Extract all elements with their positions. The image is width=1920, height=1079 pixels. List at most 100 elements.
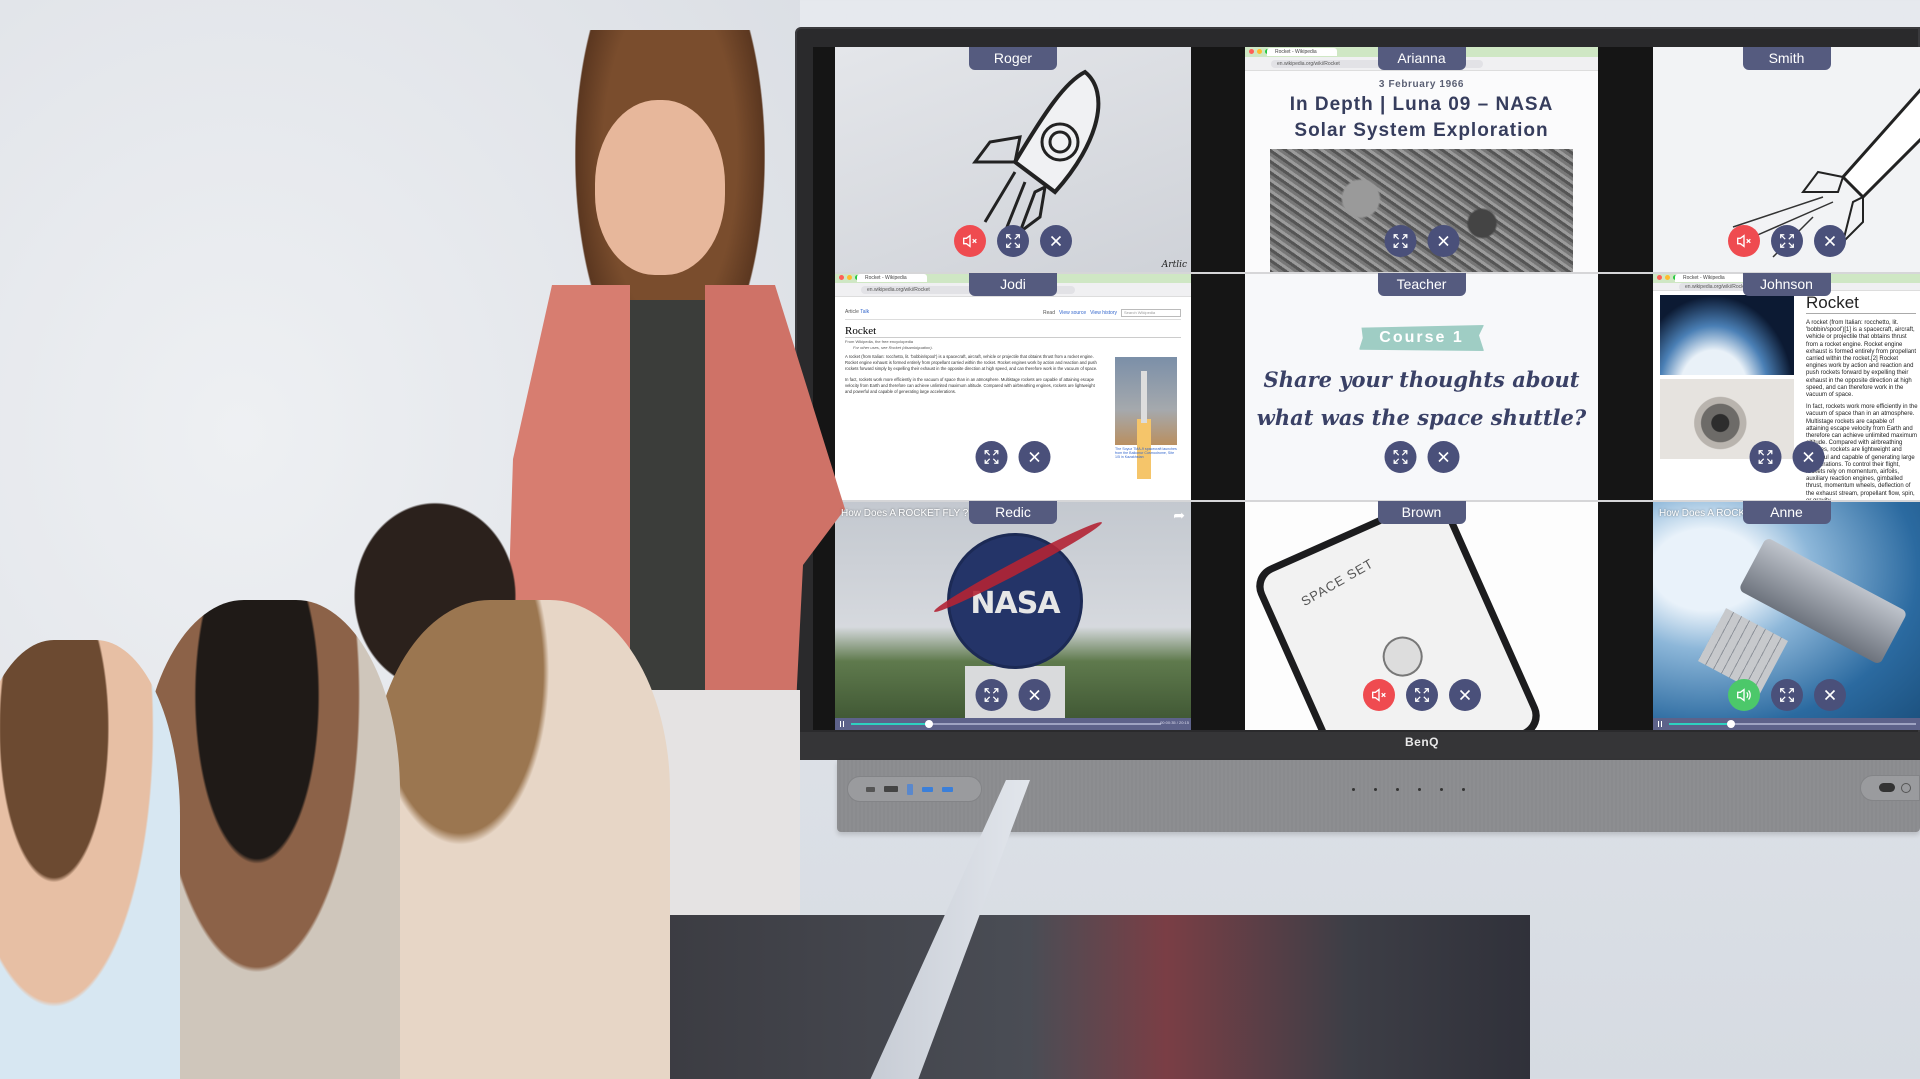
tile-controls — [954, 225, 1072, 257]
expand-button[interactable] — [975, 441, 1008, 473]
speaker-on-icon — [1736, 688, 1751, 702]
student — [0, 640, 180, 1079]
close-button[interactable] — [1448, 679, 1481, 711]
close-icon — [1437, 235, 1449, 247]
browser-tab[interactable]: Rocket - Wikipedia — [1267, 48, 1337, 56]
mute-button[interactable] — [1362, 679, 1395, 711]
tile-brown[interactable]: SPACE SET Brown — [1245, 501, 1598, 730]
close-icon — [1802, 451, 1814, 463]
expand-icon — [984, 450, 999, 464]
view-history-link[interactable]: View history — [1090, 310, 1117, 316]
tile-controls — [1749, 441, 1824, 473]
nasa-logo: NASA — [947, 533, 1083, 669]
tile-controls — [1727, 679, 1846, 711]
pause-button[interactable] — [840, 721, 844, 727]
tile-smith[interactable]: Smith — [1653, 47, 1920, 273]
read-link[interactable]: Read — [1043, 310, 1055, 316]
tile-redic[interactable]: NASA How Does A ROCKET FLY ? ➦ Redic 00:… — [835, 501, 1191, 730]
view-source-link[interactable]: View source — [1059, 310, 1086, 316]
close-button[interactable] — [1040, 225, 1072, 257]
expand-icon — [1006, 234, 1020, 248]
close-button[interactable] — [1427, 441, 1459, 473]
speaker-muted-icon — [963, 234, 977, 248]
video-controls — [1653, 718, 1920, 730]
expand-icon — [1393, 450, 1407, 464]
expand-button[interactable] — [997, 225, 1029, 257]
mute-button[interactable] — [1727, 225, 1760, 257]
close-button[interactable] — [1813, 679, 1846, 711]
expand-button[interactable] — [1384, 225, 1416, 257]
light-sensor — [1879, 783, 1895, 792]
tile-arianna[interactable]: Rocket - Wikipedia en.wikipedia.org/wiki… — [1245, 47, 1598, 273]
close-button[interactable] — [1813, 225, 1846, 257]
student — [370, 600, 670, 1079]
tile-anne[interactable]: How Does A ROCKET FLY ? Anne — [1653, 501, 1920, 730]
video-progress-slider[interactable] — [851, 720, 1161, 728]
speaker-muted-icon — [1736, 234, 1751, 248]
share-icon[interactable]: ➦ — [1173, 507, 1185, 524]
expand-button[interactable] — [1405, 679, 1438, 711]
audio-port — [866, 786, 875, 792]
participant-name-tab: Redic — [969, 501, 1057, 524]
image-caption: The Soyuz TMA-9 spacecraft launches from… — [1115, 447, 1177, 459]
close-icon — [1459, 689, 1470, 701]
close-button[interactable] — [1427, 225, 1459, 257]
rocket-sketch-icon — [972, 69, 1101, 237]
tile-teacher[interactable]: Teacher Course 1 Share your thoughts abo… — [1245, 273, 1598, 501]
unmute-button[interactable] — [1727, 679, 1760, 711]
participant-name-tab: Arianna — [1377, 47, 1466, 70]
tab-article[interactable]: Article — [845, 309, 859, 315]
article-heading: Rocket — [1806, 293, 1916, 314]
close-icon — [1824, 235, 1835, 247]
video-controls: 00:00:35 / 20:15 — [835, 718, 1191, 730]
expand-icon — [1393, 234, 1407, 248]
power-button[interactable] — [1901, 783, 1911, 793]
expand-button[interactable] — [1749, 441, 1781, 473]
participant-name-tab: Jodi — [969, 273, 1057, 296]
close-icon — [1437, 451, 1449, 463]
browser-tab[interactable]: Rocket - Wikipedia — [857, 274, 927, 282]
artist-signature: Artlic — [1161, 260, 1187, 270]
participant-name-tab: Johnson — [1742, 273, 1831, 296]
wiki-subtitle: From Wikipedia, the free encyclopedia — [845, 339, 914, 344]
tile-roger[interactable]: Roger Artlic — [835, 47, 1191, 273]
article-text: A rocket (from Italian: rocchetto, lit. … — [1806, 320, 1918, 501]
close-button[interactable] — [1792, 441, 1824, 473]
close-button[interactable] — [1018, 679, 1051, 711]
wiki-paragraph: A rocket (from Italian: rocchetto, lit. … — [845, 354, 1098, 372]
mute-button[interactable] — [954, 225, 986, 257]
tile-johnson[interactable]: Rocket - Wikipedia en.wikipedia.org/wiki… — [1653, 273, 1920, 501]
astronaut-sketch — [1376, 630, 1430, 683]
expand-button[interactable] — [975, 679, 1008, 711]
sketch-title: SPACE SET — [1298, 555, 1377, 609]
tile-controls — [975, 679, 1051, 711]
teacher-face — [595, 100, 725, 275]
tile-controls — [1362, 679, 1481, 711]
tab-talk[interactable]: Talk — [860, 309, 869, 315]
usb-port — [922, 786, 933, 792]
expand-button[interactable] — [1770, 225, 1803, 257]
close-icon — [1050, 235, 1062, 247]
participant-name-tab: Brown — [1377, 501, 1466, 524]
browser-tab[interactable]: Rocket - Wikipedia — [1675, 274, 1745, 282]
close-icon — [1029, 689, 1040, 701]
video-progress-slider[interactable] — [1669, 720, 1916, 728]
rocket-over-earth-image — [1660, 295, 1794, 375]
wiki-heading: Rocket — [845, 325, 1181, 338]
expand-icon — [1414, 688, 1429, 702]
close-button[interactable] — [1018, 441, 1051, 473]
pause-button[interactable] — [1658, 721, 1662, 727]
article-date: 3 February 1966 — [1378, 79, 1465, 90]
article-title: In Depth | Luna 09 – NASA Solar System E… — [1289, 94, 1554, 141]
expand-button[interactable] — [1384, 441, 1416, 473]
display-chin — [795, 732, 1920, 760]
wiki-hatnote: For other uses, see Rocket (disambiguati… — [853, 345, 933, 350]
tile-controls — [1384, 225, 1459, 257]
wiki-search-input[interactable]: Search Wikipedia — [1121, 309, 1181, 317]
expand-icon — [1758, 450, 1772, 464]
participant-name-tab: Anne — [1742, 501, 1831, 524]
expand-button[interactable] — [1770, 679, 1803, 711]
close-icon — [1824, 689, 1835, 701]
usb-port — [942, 786, 953, 792]
tile-jodi[interactable]: Rocket - Wikipedia en.wikipedia.org/wiki… — [835, 273, 1191, 501]
